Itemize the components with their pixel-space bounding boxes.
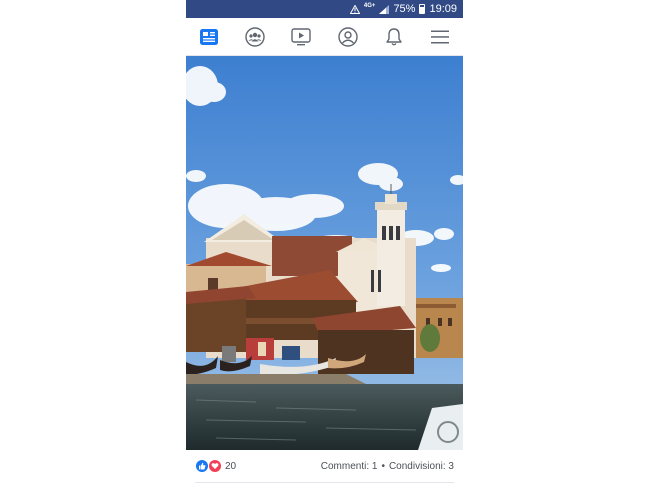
nav-menu[interactable] [423, 21, 457, 53]
battery-percent: 75% [393, 3, 416, 15]
status-bar: 4G+ 75% 19:09 [186, 0, 463, 18]
network-type: 4G+ [363, 3, 376, 9]
reaction-count: 20 [225, 460, 237, 472]
shares-count[interactable]: Condivisioni: 3 [389, 461, 454, 472]
nav-groups[interactable] [238, 21, 272, 53]
profile-icon [337, 26, 358, 47]
clock-time: 19:09 [429, 3, 457, 15]
nav-news-feed[interactable] [192, 21, 226, 53]
top-navigation-bar [186, 18, 463, 56]
signal-icon [379, 4, 390, 14]
counts-separator: • [381, 460, 385, 472]
phone-screen: 4G+ 75% 19:09 20 Commenti: 1 • Condivisi… [186, 0, 463, 492]
nav-profile[interactable] [331, 21, 365, 53]
menu-hamburger-icon [430, 30, 449, 44]
like-thumb-icon [195, 459, 209, 473]
post-footer: 20 Commenti: 1 • Condivisioni: 3 [186, 450, 463, 482]
warning-icon [349, 4, 360, 14]
comments-count[interactable]: Commenti: 1 [321, 461, 378, 472]
notifications-bell-icon [385, 27, 403, 47]
nav-watch[interactable] [284, 21, 318, 53]
nav-notifications[interactable] [377, 21, 411, 53]
news-feed-icon [200, 28, 219, 45]
venice-squero-photo [186, 56, 463, 450]
engagement-counts: Commenti: 1 • Condivisioni: 3 [321, 461, 454, 472]
watch-video-icon [291, 27, 312, 46]
battery-icon [419, 4, 426, 14]
groups-icon [245, 26, 265, 47]
footer-divider [195, 482, 454, 483]
reactions-summary[interactable]: 20 [195, 459, 236, 473]
love-heart-icon [208, 459, 222, 473]
post-photo[interactable] [186, 56, 463, 450]
